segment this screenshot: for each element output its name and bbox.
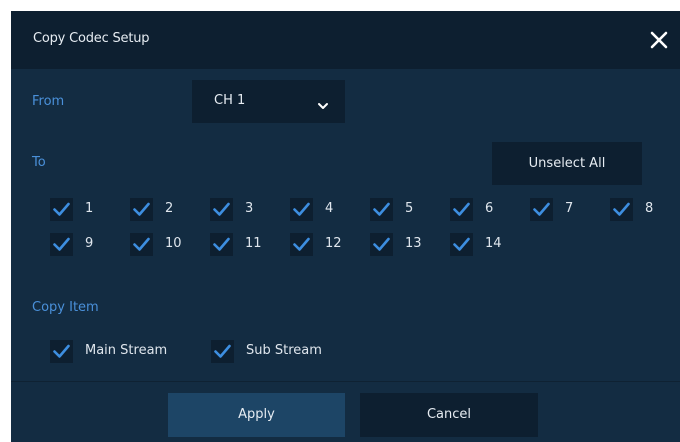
- from-channel-value: CH 1: [214, 93, 246, 108]
- checkbox-box: [450, 198, 473, 221]
- dialog-titlebar: Copy Codec Setup: [11, 11, 680, 69]
- checkbox-box: [290, 233, 313, 256]
- checkbox-box: [130, 233, 153, 256]
- checkbox-box: [450, 233, 473, 256]
- channel-label: 6: [485, 201, 494, 216]
- channel-label: 9: [85, 236, 94, 251]
- checkbox-box: [290, 198, 313, 221]
- unselect-all-button[interactable]: Unselect All: [492, 142, 642, 185]
- checkbox-box: [50, 233, 73, 256]
- channel-label: 2: [165, 201, 174, 216]
- checkbox-box: [530, 198, 553, 221]
- from-channel-select[interactable]: CH 1: [192, 80, 345, 123]
- channel-label: 5: [405, 201, 414, 216]
- checkbox-box: [210, 198, 233, 221]
- cancel-button[interactable]: Cancel: [360, 393, 538, 437]
- chevron-down-icon: [317, 96, 329, 109]
- footer-divider: [11, 381, 680, 382]
- checkbox-box: [211, 340, 234, 363]
- checkbox-box: [50, 340, 73, 363]
- checkbox-box: [370, 198, 393, 221]
- channel-label: 8: [645, 201, 654, 216]
- channel-label: 12: [325, 236, 342, 251]
- to-label: To: [32, 155, 46, 170]
- checkbox-box: [210, 233, 233, 256]
- channel-label: 11: [245, 236, 262, 251]
- channel-label: 3: [245, 201, 254, 216]
- channel-label: 4: [325, 201, 334, 216]
- checkbox-box: [50, 198, 73, 221]
- from-label: From: [32, 94, 65, 109]
- sub-stream-label: Sub Stream: [246, 343, 322, 358]
- apply-button[interactable]: Apply: [168, 393, 345, 437]
- copy-codec-dialog: Copy Codec Setup From CH 1 To Unselect A…: [11, 11, 680, 442]
- channel-label: 7: [565, 201, 574, 216]
- close-icon[interactable]: [647, 28, 671, 52]
- channel-label: 10: [165, 236, 182, 251]
- checkbox-box: [610, 198, 633, 221]
- channel-label: 14: [485, 236, 502, 251]
- copy-item-label: Copy Item: [32, 300, 99, 315]
- checkbox-box: [370, 233, 393, 256]
- channel-label: 1: [85, 201, 94, 216]
- channel-label: 13: [405, 236, 422, 251]
- checkbox-box: [130, 198, 153, 221]
- dialog-title: Copy Codec Setup: [33, 31, 150, 46]
- main-stream-label: Main Stream: [85, 343, 168, 358]
